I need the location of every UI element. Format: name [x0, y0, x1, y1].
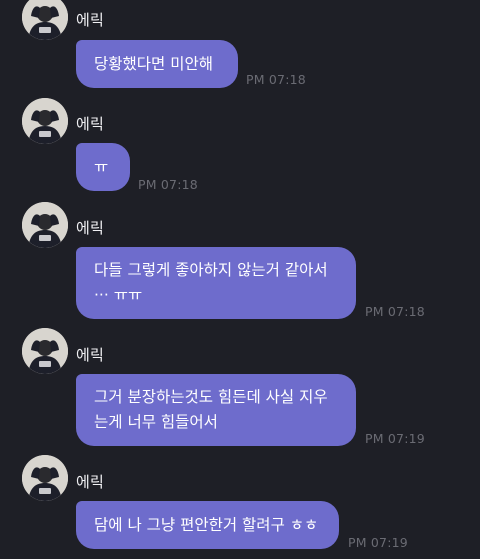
message-time: PM 07:18	[246, 72, 306, 87]
message-bubble[interactable]: 당황했다면 미안해	[76, 40, 238, 88]
avatar[interactable]	[22, 455, 68, 501]
message-time: PM 07:18	[365, 304, 425, 319]
message-bubble[interactable]: 담에 나 그냥 편안한거 할려구 ㅎㅎ	[76, 501, 339, 549]
sender-name: 에릭	[76, 346, 105, 364]
avatar[interactable]	[22, 202, 68, 248]
message-time: PM 07:18	[138, 177, 198, 192]
message-bubble[interactable]: ㅠ	[76, 143, 130, 191]
sender-name: 에릭	[76, 219, 105, 237]
avatar[interactable]	[22, 328, 68, 374]
avatar[interactable]	[22, 98, 68, 144]
sender-name: 에릭	[76, 115, 105, 133]
message-time: PM 07:19	[348, 535, 408, 550]
message-time: PM 07:19	[365, 431, 425, 446]
message-bubble[interactable]: 그거 분장하는것도 힘든데 사실 지우 는게 너무 힘들어서	[76, 374, 356, 446]
message-bubble[interactable]: 다들 그렇게 좋아하지 않는거 같아서 ··· ㅠㅠ	[76, 247, 356, 319]
avatar[interactable]	[22, 0, 68, 40]
sender-name: 에릭	[76, 473, 105, 491]
sender-name: 에릭	[76, 11, 105, 29]
